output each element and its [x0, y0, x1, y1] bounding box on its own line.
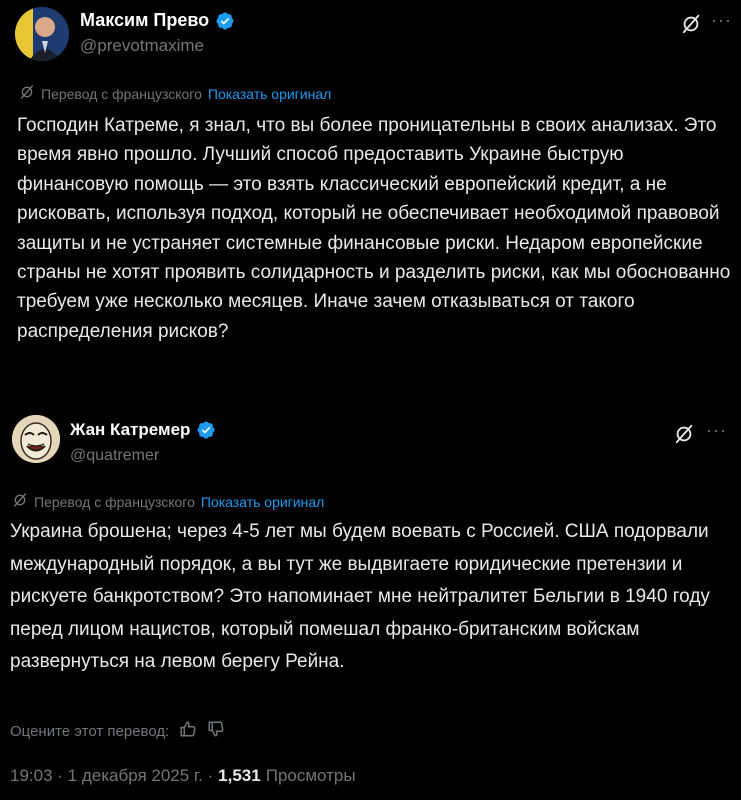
tweet-meta: 19:03 · 1 декабря 2025 г. · 1,531 Просмо…	[10, 766, 356, 786]
translation-bar: Перевод с французского Показать оригинал	[19, 84, 331, 103]
more-icon[interactable]: ···	[706, 420, 727, 441]
show-original-link[interactable]: Показать оригинал	[201, 494, 324, 510]
more-icon[interactable]: ···	[711, 10, 732, 31]
translate-icon	[19, 84, 35, 103]
translation-label: Перевод с французского	[34, 493, 195, 510]
views-label: Просмотры	[265, 766, 356, 785]
verified-badge-icon	[215, 11, 235, 31]
tweet-screenshot: Максим Прево @prevotmaxime ··· Перевод с…	[0, 0, 741, 800]
author-name[interactable]: Максим Прево	[80, 10, 209, 31]
quoted-author-name-row: Жан Катремер	[70, 420, 216, 440]
grok-icon[interactable]	[673, 423, 695, 450]
views-count: 1,531	[218, 766, 261, 785]
author-name-row: Максим Прево	[80, 10, 235, 31]
tweet-text: Господин Катреме, я знал, что вы более п…	[17, 115, 731, 342]
thumbs-up-icon[interactable]	[179, 720, 197, 742]
rate-translation-row: Оцените этот перевод:	[10, 720, 225, 742]
show-original-link[interactable]: Показать оригинал	[208, 86, 331, 102]
translate-icon	[12, 492, 28, 511]
quoted-tweet-text: Украина брошена; через 4-5 лет мы будем …	[10, 521, 710, 673]
quoted-translation-bar: Перевод с французского Показать оригинал	[12, 492, 324, 511]
timestamp[interactable]: 19:03 · 1 декабря 2025 г. ·	[10, 766, 213, 786]
verified-badge-icon	[196, 420, 216, 440]
author-avatar[interactable]	[15, 7, 69, 61]
quoted-author-handle[interactable]: @quatremer	[70, 447, 159, 465]
grok-icon[interactable]	[680, 13, 702, 40]
quoted-author-avatar[interactable]	[12, 415, 60, 463]
thumbs-down-icon[interactable]	[207, 720, 225, 742]
translation-label: Перевод с французского	[41, 85, 202, 102]
rate-translation-label: Оцените этот перевод:	[10, 722, 170, 740]
author-handle[interactable]: @prevotmaxime	[80, 36, 204, 56]
quoted-author-name[interactable]: Жан Катремер	[70, 420, 190, 440]
